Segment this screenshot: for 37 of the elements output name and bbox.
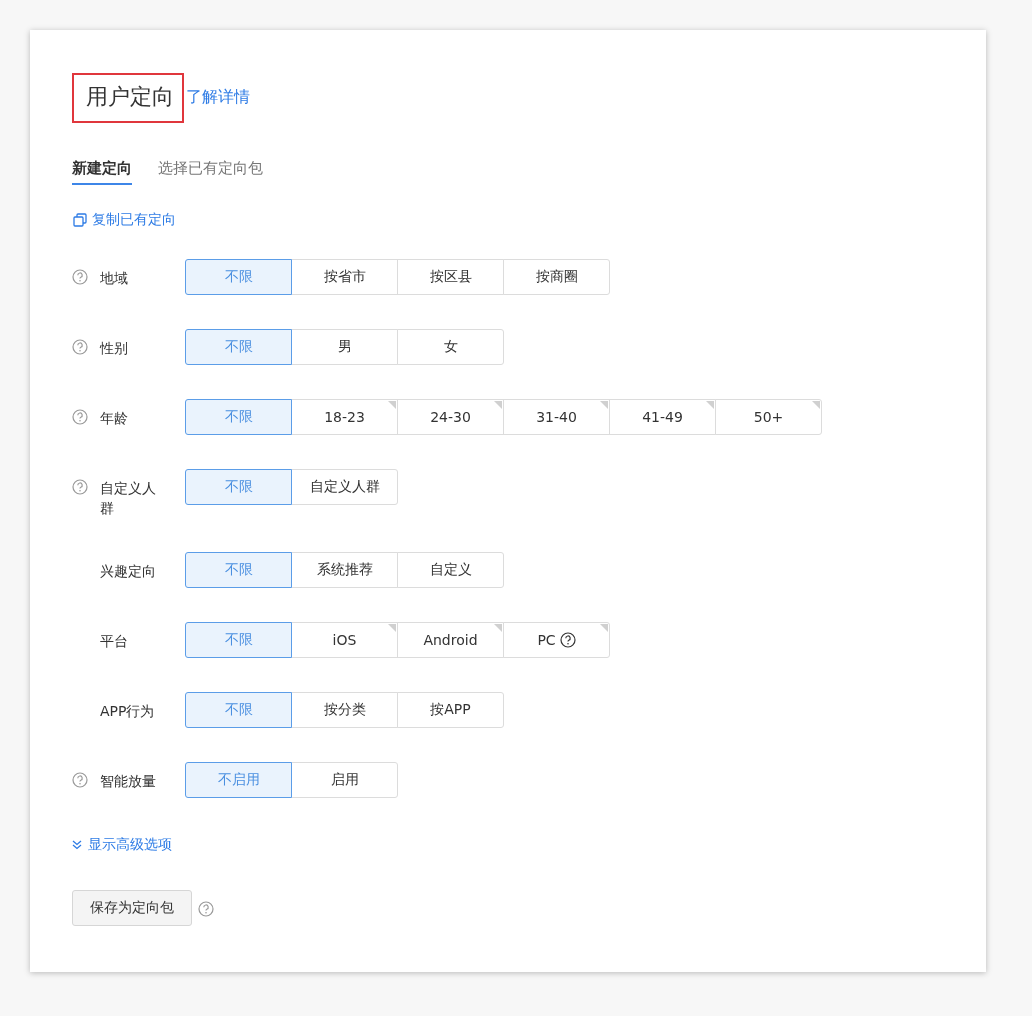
option-button[interactable]: 自定义 bbox=[397, 552, 504, 589]
field-label: 智能放量 bbox=[100, 772, 157, 792]
advanced-toggle[interactable]: 显示高级选项 bbox=[88, 836, 172, 855]
option-button[interactable]: 男 bbox=[291, 329, 398, 366]
tab[interactable]: 新建定向 bbox=[72, 159, 132, 186]
option-button[interactable]: 按省市 bbox=[291, 259, 398, 296]
option-button[interactable]: 50+ bbox=[715, 399, 822, 436]
field-label: 年龄 bbox=[100, 409, 129, 429]
option-button[interactable]: 按商圈 bbox=[503, 259, 610, 296]
option-button[interactable]: 31-40 bbox=[503, 399, 610, 436]
details-link[interactable]: 了解详情 bbox=[186, 87, 250, 109]
option-button[interactable]: 41-49 bbox=[609, 399, 716, 436]
option-button[interactable]: 系统推荐 bbox=[291, 552, 398, 589]
option-button[interactable]: 按区县 bbox=[397, 259, 504, 296]
option-button[interactable]: 按分类 bbox=[291, 692, 398, 729]
option-button[interactable]: 启用 bbox=[291, 762, 398, 799]
help-icon[interactable] bbox=[559, 632, 576, 649]
option-button[interactable]: PC bbox=[503, 622, 610, 659]
option-button[interactable]: Android bbox=[397, 622, 504, 659]
field-label: 性别 bbox=[100, 339, 129, 359]
field-label: APP行为 bbox=[100, 702, 156, 722]
field-label: 地域 bbox=[100, 269, 129, 289]
option-button[interactable]: 24-30 bbox=[397, 399, 504, 436]
page-title: 用户定向 bbox=[72, 72, 184, 123]
tab[interactable]: 选择已有定向包 bbox=[158, 159, 263, 186]
option-button[interactable]: 18-23 bbox=[291, 399, 398, 436]
option-button[interactable]: iOS bbox=[291, 622, 398, 659]
field-label: 兴趣定向 bbox=[100, 562, 157, 582]
option-button[interactable]: 自定义人群 bbox=[291, 469, 398, 506]
save-button[interactable]: 保存为定向包 bbox=[72, 890, 192, 927]
chevron-down-icon bbox=[72, 840, 82, 851]
field-label: 自定义人群 bbox=[100, 479, 157, 519]
copy-icon bbox=[72, 212, 88, 229]
field-label: 平台 bbox=[100, 632, 129, 652]
copy-link[interactable]: 复制已有定向 bbox=[92, 211, 176, 230]
option-button[interactable]: 女 bbox=[397, 329, 504, 366]
option-button[interactable]: 按APP bbox=[397, 692, 504, 729]
